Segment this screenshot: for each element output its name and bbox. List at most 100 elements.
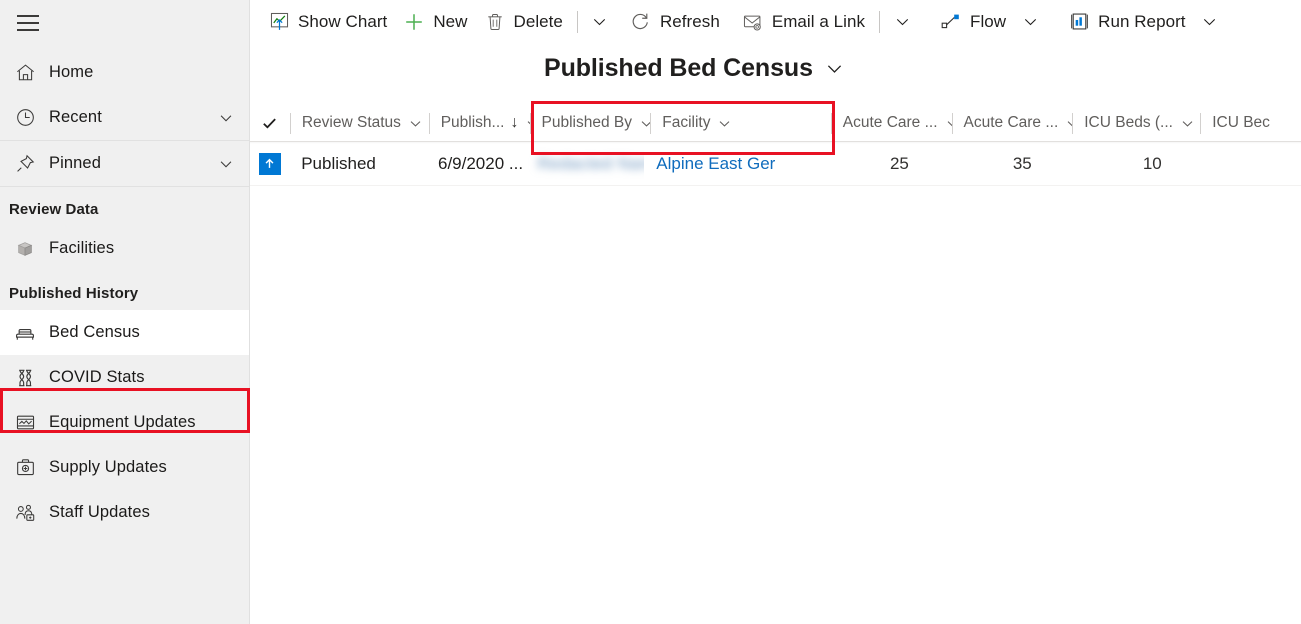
pin-icon	[12, 153, 38, 174]
facility-link[interactable]: Alpine East Ger	[656, 154, 775, 174]
plus-icon	[403, 11, 425, 33]
new-label: New	[433, 11, 468, 31]
sidebar-item-facilities[interactable]: Facilities	[0, 226, 249, 271]
grid-column-review-status[interactable]: Review Status	[289, 105, 429, 141]
sidebar-item-bed-census[interactable]: Bed Census	[0, 310, 249, 355]
cell-published-by: Redacted Name	[525, 142, 644, 185]
sidebar-item-label: Pinned	[49, 154, 101, 172]
cell-acute-care-2: 35	[1012, 153, 1032, 173]
email-overflow-caret[interactable]	[886, 2, 918, 42]
column-divider	[428, 113, 430, 134]
column-divider	[951, 113, 953, 134]
flow-caret[interactable]	[1014, 2, 1046, 42]
hamburger-line	[17, 15, 39, 17]
report-icon	[1068, 11, 1090, 33]
app-root: Home Recent Pinned Review Data Facilitie…	[0, 0, 1301, 624]
grid-column-published-on[interactable]: Publish... ↓	[428, 105, 530, 141]
grid-column-acute-care-2[interactable]: Acute Care ...	[951, 105, 1073, 141]
sidebar-item-covid-stats[interactable]: COVID Stats	[0, 355, 249, 400]
sidebar-item-recent[interactable]: Recent	[0, 95, 249, 140]
run-report-button[interactable]: Run Report	[1060, 2, 1193, 42]
email-a-link-button[interactable]: Email a Link	[734, 2, 873, 42]
column-divider	[1200, 113, 1202, 134]
sidebar-item-label: Recent	[49, 108, 102, 126]
flow-label: Flow	[970, 11, 1007, 31]
flow-button[interactable]: Flow	[932, 2, 1014, 42]
flow-icon	[940, 11, 962, 33]
email-link-icon	[742, 11, 764, 33]
sidebar-item-label: Facilities	[49, 239, 115, 257]
chevron-down-icon[interactable]	[717, 116, 732, 131]
sidebar-item-label: Bed Census	[49, 323, 140, 341]
delete-overflow-caret[interactable]	[584, 2, 616, 42]
column-divider	[650, 113, 652, 134]
view-selector-row: Published Bed Census Se	[250, 43, 1301, 155]
chevron-down-icon[interactable]	[639, 116, 651, 131]
medkit-icon	[12, 457, 38, 478]
show-chart-button[interactable]: Show Chart	[260, 2, 395, 42]
column-divider	[529, 113, 531, 134]
column-divider	[1072, 113, 1074, 134]
building-icon	[12, 239, 38, 259]
chevron-down-icon[interactable]	[1180, 116, 1195, 131]
toolbar-divider	[879, 10, 881, 33]
chevron-down-icon[interactable]	[217, 155, 235, 173]
show-chart-label: Show Chart	[298, 11, 388, 31]
refresh-button[interactable]: Refresh	[622, 2, 728, 42]
column-divider	[289, 113, 291, 134]
chevron-down-icon[interactable]	[824, 58, 845, 79]
sort-descending-icon[interactable]: ↓	[510, 114, 518, 132]
sidebar-item-pinned[interactable]: Pinned	[0, 141, 249, 186]
sidebar-item-label: Equipment Updates	[49, 413, 196, 431]
grid-column-label: Published By	[541, 114, 632, 131]
chevron-down-icon[interactable]	[408, 116, 423, 131]
sidebar-item-staff-updates[interactable]: Staff Updates	[0, 490, 249, 535]
sidebar-item-label: Staff Updates	[49, 503, 150, 521]
sidebar-item-equipment-updates[interactable]: Equipment Updates	[0, 400, 249, 445]
grid-column-published-by[interactable]: Published By	[529, 105, 651, 141]
toolbar-divider	[576, 10, 578, 33]
grid-column-icu-beds-1[interactable]: ICU Beds (...	[1072, 105, 1200, 141]
row-status-icon-cell	[250, 142, 289, 185]
grid-column-icu-beds-2[interactable]: ICU Bec	[1200, 105, 1301, 141]
grid-column-facility[interactable]: Facility	[650, 105, 831, 141]
bed-icon	[12, 322, 38, 344]
redacted-user-name: Redacted Name	[537, 153, 644, 173]
people-icon	[12, 502, 38, 523]
grid-column-label: ICU Beds (...	[1084, 114, 1173, 131]
new-button[interactable]: New	[395, 2, 475, 42]
virus-icon	[12, 368, 38, 388]
email-a-link-label: Email a Link	[771, 11, 866, 31]
monitor-icon	[12, 412, 38, 433]
cell-acute-care-1: 25	[889, 153, 909, 173]
grid-column-label: Acute Care ...	[963, 114, 1059, 131]
grid-column-acute-care-1[interactable]: Acute Care ...	[830, 105, 952, 141]
sidebar-item-home[interactable]: Home	[0, 50, 249, 95]
command-bar: Show Chart New Delete Refresh Email a Li…	[250, 0, 1301, 43]
cell-icu-beds-2	[1198, 142, 1301, 185]
view-selector[interactable]: Published Bed Census	[540, 51, 851, 86]
hamburger-menu-button[interactable]	[8, 8, 48, 38]
refresh-icon	[630, 11, 652, 33]
sidebar-group-header-published-history: Published History	[9, 285, 139, 302]
grid-column-label: Acute Care ...	[842, 114, 938, 131]
chevron-down-icon[interactable]	[217, 109, 235, 127]
delete-button[interactable]: Delete	[476, 2, 571, 42]
sidebar-item-label: Home	[49, 63, 94, 81]
grid-column-label: Publish...	[440, 114, 505, 131]
sidebar-item-label: Supply Updates	[49, 458, 167, 476]
hamburger-line	[17, 29, 39, 31]
chevron-down-icon[interactable]	[945, 116, 952, 131]
grid-column-label: Facility	[662, 114, 711, 131]
table-row[interactable]: Published 6/9/2020 ... Redacted Name Alp…	[250, 142, 1301, 186]
grid-column-label: Review Status	[301, 114, 401, 131]
grid-header: Review Status Publish... ↓ Published By …	[250, 105, 1301, 144]
run-report-caret[interactable]	[1194, 2, 1226, 42]
sidebar-group-header-review-data: Review Data	[9, 201, 99, 218]
chevron-down-icon[interactable]	[1065, 116, 1073, 131]
sidebar-item-label: COVID Stats	[49, 368, 145, 386]
hamburger-line	[17, 22, 39, 24]
sidebar-item-supply-updates[interactable]: Supply Updates	[0, 445, 249, 490]
grid-select-all-checkbox[interactable]	[250, 105, 290, 141]
cell-facility[interactable]: Alpine East Ger	[644, 142, 822, 185]
